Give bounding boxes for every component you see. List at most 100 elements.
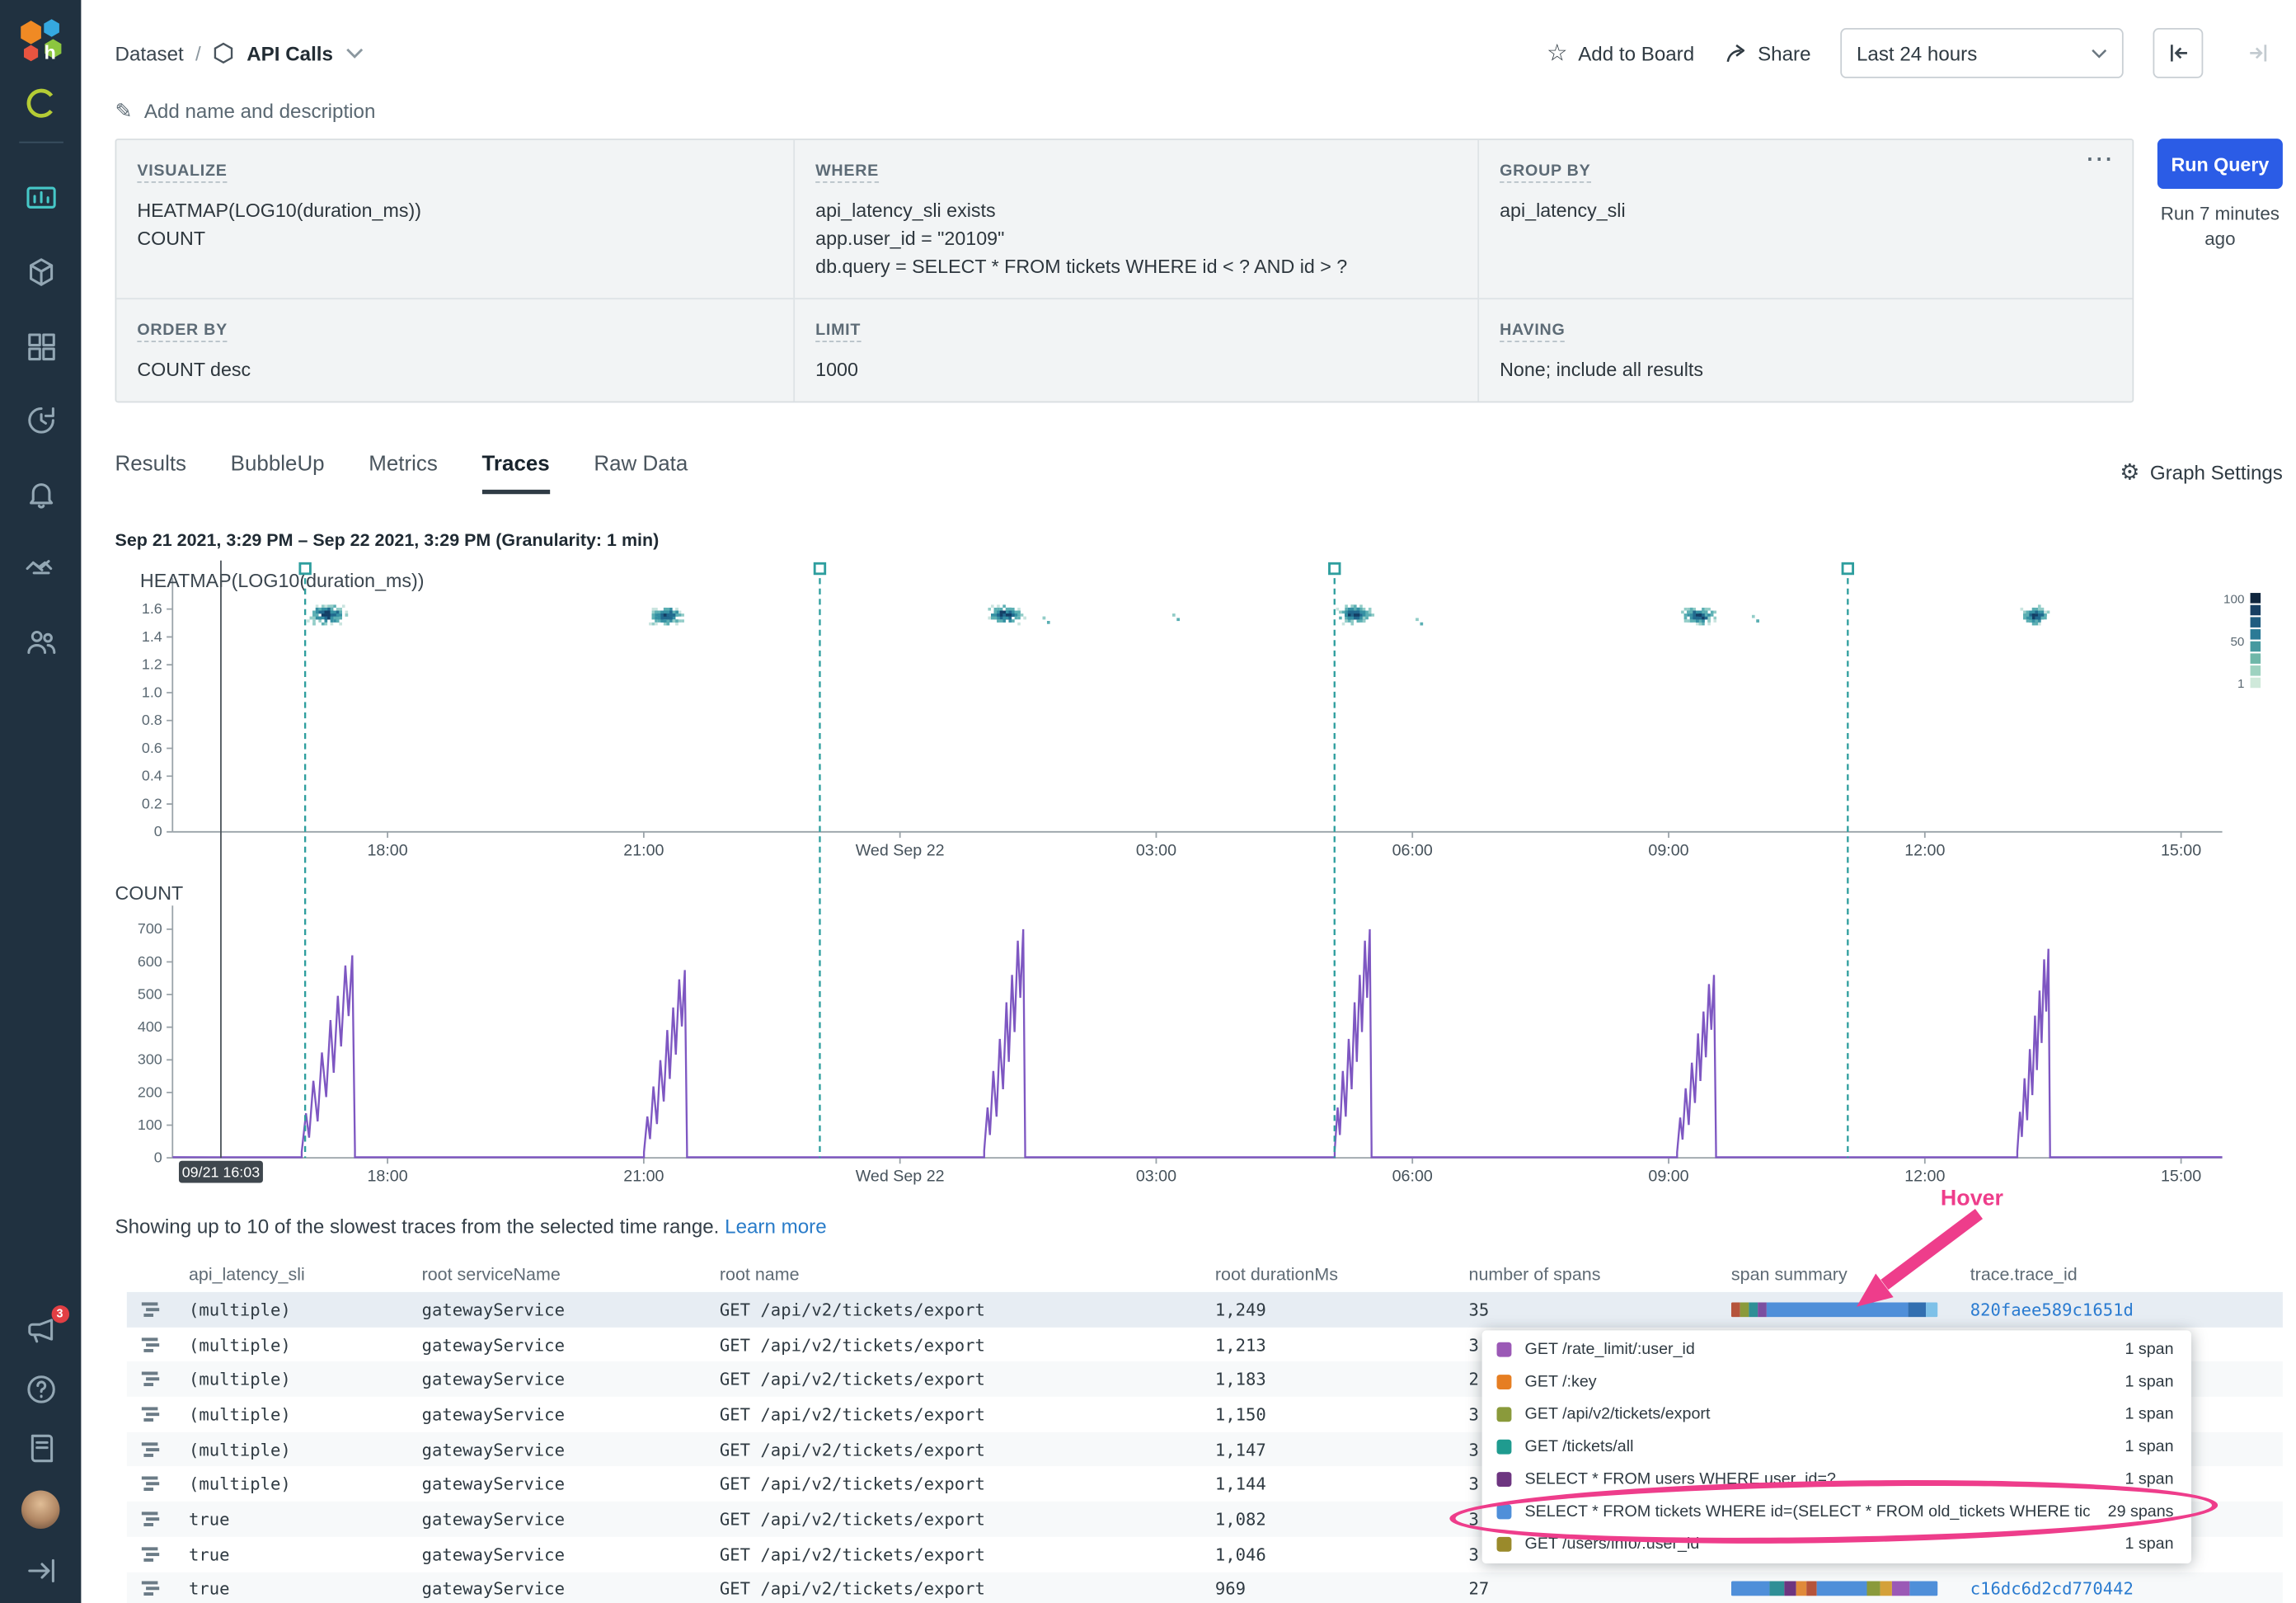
cell-service: gatewayService <box>413 1474 711 1494</box>
query-clause[interactable]: HEATMAP(LOG10(duration_ms)) <box>137 196 772 224</box>
cell-name: GET /api/v2/tickets/export <box>711 1474 1206 1494</box>
span-segment <box>1909 1582 1937 1596</box>
group-by-cell[interactable]: GROUP BY api_latency_sli <box>1479 140 2132 299</box>
col-trace[interactable]: trace.trace_id <box>1961 1264 2283 1285</box>
svg-text:06:00: 06:00 <box>1392 841 1433 859</box>
table-row[interactable]: truegatewayServiceGET /api/v2/tickets/ex… <box>127 1572 2283 1603</box>
trace-id-link[interactable]: 820faee589c1651d <box>1970 1300 2134 1320</box>
cell-duration: 1,046 <box>1206 1544 1460 1564</box>
tab-traces[interactable]: Traces <box>482 453 550 494</box>
environment-ring-icon[interactable] <box>23 86 59 121</box>
col-name[interactable]: root name <box>711 1264 1206 1285</box>
span-summary-bar[interactable] <box>1731 1582 1937 1596</box>
honeycomb-logo[interactable]: h <box>14 15 67 68</box>
avatar[interactable] <box>21 1490 60 1530</box>
tooltip-span-name: SELECT * FROM tickets WHERE id=(SELECT *… <box>1525 1503 2091 1521</box>
datasets-icon[interactable] <box>23 255 59 290</box>
cell-span-summary[interactable] <box>1722 1302 1961 1317</box>
limit-label: LIMIT <box>815 322 861 342</box>
boards-icon[interactable] <box>23 329 59 364</box>
svg-text:0.4: 0.4 <box>142 768 162 784</box>
trace-view-icon[interactable] <box>127 1511 180 1528</box>
query-clause[interactable]: None; include all results <box>1500 355 2111 383</box>
query-clause[interactable]: db.query = SELECT * FROM tickets WHERE i… <box>815 252 1457 280</box>
span-summary-bar[interactable] <box>1731 1302 1937 1317</box>
history-back-button[interactable] <box>2153 28 2204 78</box>
add-to-board-button[interactable]: ☆ Add to Board <box>1547 39 1694 68</box>
query-clause[interactable]: COUNT desc <box>137 355 772 383</box>
breadcrumb-dataset[interactable]: Dataset <box>115 42 184 64</box>
run-query-button[interactable]: Run Query <box>2157 139 2283 189</box>
col-sli[interactable]: api_latency_sli <box>180 1264 413 1285</box>
breadcrumb-separator: / <box>195 42 201 64</box>
cell-span-summary[interactable] <box>1722 1582 1961 1596</box>
history-forward-button[interactable] <box>2233 28 2283 78</box>
triggers-bell-icon[interactable] <box>23 477 59 512</box>
history-icon[interactable] <box>23 402 59 438</box>
trace-view-icon[interactable] <box>127 1441 180 1458</box>
heatmap-chart[interactable]: 1.61.41.21.00.80.60.40.2018:0021:00Wed S… <box>115 566 2283 870</box>
trace-view-icon[interactable] <box>127 1336 180 1353</box>
svg-text:03:00: 03:00 <box>1136 841 1176 859</box>
query-clause[interactable]: api_latency_sli exists <box>815 196 1457 224</box>
charts-area[interactable]: HEATMAP(LOG10(duration_ms)) 1.61.41.21.0… <box>115 557 2283 1210</box>
announcements-icon[interactable]: 3 <box>23 1313 59 1348</box>
where-cell[interactable]: WHERE api_latency_sli existsapp.user_id … <box>795 140 1479 299</box>
span-segment <box>1731 1582 1770 1596</box>
learn-more-link[interactable]: Learn more <box>725 1215 827 1238</box>
query-clause[interactable]: app.user_id = "20109" <box>815 224 1457 252</box>
trace-view-icon[interactable] <box>127 1545 180 1563</box>
share-button[interactable]: Share <box>1724 42 1811 64</box>
time-range-value: Last 24 hours <box>1857 42 1977 64</box>
graph-settings-button[interactable]: ⚙ Graph Settings <box>2120 458 2283 494</box>
docs-icon[interactable] <box>23 1431 59 1466</box>
svg-text:0.8: 0.8 <box>142 712 162 728</box>
col-service[interactable]: root serviceName <box>413 1264 711 1285</box>
query-clause[interactable]: api_latency_sli <box>1500 196 2111 224</box>
tooltip-span-name: GET /users/info/:user_id <box>1525 1535 2107 1553</box>
query-clause[interactable]: 1000 <box>815 355 1457 383</box>
time-range-select[interactable]: Last 24 hours <box>1840 28 2123 78</box>
table-row[interactable]: (multiple)gatewayServiceGET /api/v2/tick… <box>127 1292 2283 1327</box>
chevron-down-icon[interactable] <box>345 47 364 59</box>
trace-view-icon[interactable] <box>127 1300 180 1318</box>
having-cell[interactable]: HAVING None; include all results <box>1479 299 2132 401</box>
col-duration[interactable]: root durationMs <box>1206 1264 1460 1285</box>
query-clause[interactable]: COUNT <box>137 224 772 252</box>
span-segment <box>1769 1582 1784 1596</box>
breadcrumb-dataset-name[interactable]: API Calls <box>247 42 333 64</box>
trace-view-icon[interactable] <box>127 1370 180 1388</box>
tab-results[interactable]: Results <box>115 453 187 494</box>
tabs: Results BubbleUp Metrics Traces Raw Data <box>115 453 732 494</box>
tab-metrics[interactable]: Metrics <box>369 453 438 494</box>
tab-raw-data[interactable]: Raw Data <box>594 453 688 494</box>
svg-text:06:00: 06:00 <box>1392 1168 1433 1186</box>
span-color-swatch <box>1497 1537 1512 1552</box>
query-overflow-menu[interactable]: ⋯ <box>2085 143 2115 177</box>
query-icon[interactable] <box>23 181 59 217</box>
col-summary[interactable]: span summary <box>1722 1264 1961 1285</box>
add-name-row[interactable]: ✎ Add name and description <box>115 94 2283 126</box>
svg-text:15:00: 15:00 <box>2161 1168 2201 1186</box>
trace-view-icon[interactable] <box>127 1405 180 1422</box>
trace-view-icon[interactable] <box>127 1580 180 1597</box>
trace-id-link[interactable]: c16dc6d2cd770442 <box>1970 1579 2134 1600</box>
sign-out-icon[interactable] <box>23 1554 59 1589</box>
query-builder: ⋯ VISUALIZE HEATMAP(LOG10(duration_ms))C… <box>115 139 2283 402</box>
trace-view-icon[interactable] <box>127 1475 180 1493</box>
visualize-cell[interactable]: VISUALIZE HEATMAP(LOG10(duration_ms))COU… <box>116 140 795 299</box>
team-icon[interactable] <box>23 624 59 660</box>
help-icon[interactable] <box>23 1371 59 1407</box>
order-by-cell[interactable]: ORDER BY COUNT desc <box>116 299 795 401</box>
svg-text:0: 0 <box>154 1149 162 1165</box>
slos-hands-icon[interactable] <box>23 550 59 585</box>
col-spans[interactable]: number of spans <box>1460 1264 1722 1285</box>
limit-cell[interactable]: LIMIT 1000 <box>795 299 1479 401</box>
svg-text:12:00: 12:00 <box>1904 1168 1945 1186</box>
cell-service: gatewayService <box>413 1404 711 1425</box>
span-segment <box>1784 1582 1796 1596</box>
annotation-hover-label: Hover <box>1941 1186 2003 1210</box>
tab-bubbleup[interactable]: BubbleUp <box>231 453 325 494</box>
svg-text:600: 600 <box>138 953 162 970</box>
count-chart[interactable]: 700600500400300200100018:0021:00Wed Sep … <box>115 891 2283 1194</box>
